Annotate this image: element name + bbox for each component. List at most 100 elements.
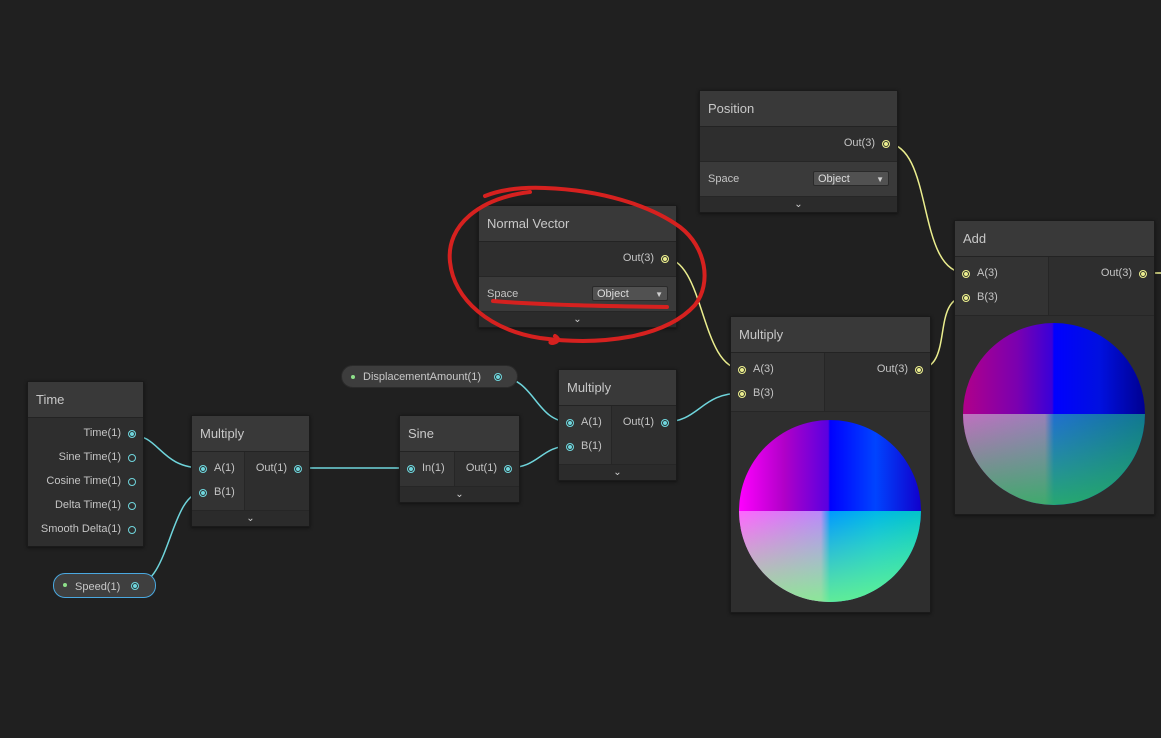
multiply1-output-label: Out(1) xyxy=(255,462,287,474)
normal-vector-space-label: Space xyxy=(487,288,519,300)
multiply3-input-b-row: B(3) xyxy=(731,382,824,406)
displacement-property-node[interactable]: DisplacementAmount(1) xyxy=(341,365,518,388)
multiply1-input-b-label: B(1) xyxy=(214,486,235,498)
chevron-down-icon: ⌄ xyxy=(613,467,622,478)
normal-vector-space-row: Space Object ▼ xyxy=(479,276,676,311)
add-input-a-row: A(3) xyxy=(955,262,1048,286)
normal-vector-output-port[interactable] xyxy=(661,255,669,263)
chevron-down-icon: ⌄ xyxy=(794,199,803,210)
speed-property-node[interactable]: Speed(1) xyxy=(53,573,156,598)
delta-time-output-row: Delta Time(1) xyxy=(28,494,143,518)
multiply1-input-b-row: B(1) xyxy=(192,481,244,505)
position-output-label: Out(3) xyxy=(843,137,875,149)
sine-time-output-label: Sine Time(1) xyxy=(58,451,121,463)
property-dot-icon xyxy=(351,375,355,379)
smooth-delta-output-row: Smooth Delta(1) xyxy=(28,518,143,542)
position-node[interactable]: Position Out(3) Space Object ▼ ⌄ xyxy=(699,90,898,213)
caret-down-icon: ▼ xyxy=(876,175,884,184)
chevron-down-icon: ⌄ xyxy=(455,489,464,500)
smooth-delta-output-port[interactable] xyxy=(128,526,136,534)
sine-output-row: Out(1) xyxy=(455,457,519,481)
sine-time-output-row: Sine Time(1) xyxy=(28,446,143,470)
position-space-label: Space xyxy=(708,173,740,185)
multiply3-input-a-label: A(3) xyxy=(753,363,774,375)
normal-vector-output-row: Out(3) xyxy=(479,247,676,271)
time-output-row: Time(1) xyxy=(28,422,143,446)
sine-time-output-port[interactable] xyxy=(128,454,136,462)
multiply2-input-b-label: B(1) xyxy=(581,440,602,452)
multiply-node-3-title: Multiply xyxy=(731,317,930,353)
cosine-time-output-label: Cosine Time(1) xyxy=(46,475,121,487)
multiply2-output-label: Out(1) xyxy=(622,416,654,428)
speed-output-port[interactable] xyxy=(131,582,139,590)
multiply1-output-port[interactable] xyxy=(294,465,302,473)
multiply2-input-b-port[interactable] xyxy=(566,443,574,451)
normal-vector-node-title: Normal Vector xyxy=(479,206,676,242)
multiply3-input-b-port[interactable] xyxy=(738,390,746,398)
add-preview xyxy=(955,315,1154,514)
multiply3-output-port[interactable] xyxy=(915,366,923,374)
position-expand-button[interactable]: ⌄ xyxy=(700,196,897,212)
multiply3-input-a-port[interactable] xyxy=(738,366,746,374)
delta-time-output-label: Delta Time(1) xyxy=(54,499,121,511)
multiply-node-3[interactable]: Multiply A(3) B(3) Out(3) xyxy=(730,316,931,613)
cosine-time-output-port[interactable] xyxy=(128,478,136,486)
position-space-value: Object xyxy=(818,173,850,185)
multiply1-input-a-row: A(1) xyxy=(192,457,244,481)
delta-time-output-port[interactable] xyxy=(128,502,136,510)
property-dot-icon xyxy=(63,583,67,587)
time-output-label: Time(1) xyxy=(83,427,121,439)
sine-input-label: In(1) xyxy=(422,462,445,474)
position-space-dropdown[interactable]: Object ▼ xyxy=(813,171,889,186)
add-input-a-port[interactable] xyxy=(962,270,970,278)
multiply-node-2[interactable]: Multiply A(1) B(1) Out(1) ⌄ xyxy=(558,369,677,481)
normal-vector-node[interactable]: Normal Vector Out(3) Space Object ▼ ⌄ xyxy=(478,205,677,328)
add-node[interactable]: Add A(3) B(3) Out(3) xyxy=(954,220,1155,515)
normal-vector-space-value: Object xyxy=(597,288,629,300)
position-output-row: Out(3) xyxy=(700,132,897,156)
normal-vector-expand-button[interactable]: ⌄ xyxy=(479,311,676,327)
multiply-node-1-title: Multiply xyxy=(192,416,309,452)
multiply3-output-row: Out(3) xyxy=(826,358,930,382)
add-node-title: Add xyxy=(955,221,1154,257)
multiply2-output-row: Out(1) xyxy=(612,411,676,435)
position-output-port[interactable] xyxy=(882,140,890,148)
multiply3-input-b-label: B(3) xyxy=(753,387,774,399)
add-input-b-port[interactable] xyxy=(962,294,970,302)
multiply2-output-port[interactable] xyxy=(661,419,669,427)
multiply2-expand-button[interactable]: ⌄ xyxy=(559,464,676,480)
speed-property-label: Speed(1) xyxy=(75,581,121,593)
multiply-node-1[interactable]: Multiply A(1) B(1) Out(1) ⌄ xyxy=(191,415,310,527)
chevron-down-icon: ⌄ xyxy=(573,314,582,325)
time-output-port[interactable] xyxy=(128,430,136,438)
multiply-node-2-title: Multiply xyxy=(559,370,676,406)
multiply3-preview xyxy=(731,411,930,612)
position-node-title: Position xyxy=(700,91,897,127)
position-space-row: Space Object ▼ xyxy=(700,161,897,196)
sine-node-title: Sine xyxy=(400,416,519,452)
multiply1-input-a-label: A(1) xyxy=(214,462,235,474)
multiply2-input-b-row: B(1) xyxy=(559,435,611,459)
multiply2-input-a-label: A(1) xyxy=(581,416,602,428)
add-input-b-row: B(3) xyxy=(955,286,1048,310)
multiply1-input-a-port[interactable] xyxy=(199,465,207,473)
multiply2-input-a-port[interactable] xyxy=(566,419,574,427)
normal-vector-space-dropdown[interactable]: Object ▼ xyxy=(592,286,668,301)
smooth-delta-output-label: Smooth Delta(1) xyxy=(40,523,121,535)
sine-input-port[interactable] xyxy=(407,465,415,473)
sine-expand-button[interactable]: ⌄ xyxy=(400,486,519,502)
sine-input-row: In(1) xyxy=(400,457,454,481)
multiply1-expand-button[interactable]: ⌄ xyxy=(192,510,309,526)
add-output-port[interactable] xyxy=(1139,270,1147,278)
add-input-b-label: B(3) xyxy=(977,291,998,303)
displacement-output-port[interactable] xyxy=(494,373,502,381)
sine-output-port[interactable] xyxy=(504,465,512,473)
add-output-row: Out(3) xyxy=(1050,262,1154,286)
multiply3-input-a-row: A(3) xyxy=(731,358,824,382)
sine-node[interactable]: Sine In(1) Out(1) ⌄ xyxy=(399,415,520,503)
time-node[interactable]: Time Time(1) Sine Time(1) Cosine Time(1)… xyxy=(27,381,144,547)
add-output-label: Out(3) xyxy=(1100,267,1132,279)
sine-output-label: Out(1) xyxy=(465,462,497,474)
cosine-time-output-row: Cosine Time(1) xyxy=(28,470,143,494)
multiply1-input-b-port[interactable] xyxy=(199,489,207,497)
